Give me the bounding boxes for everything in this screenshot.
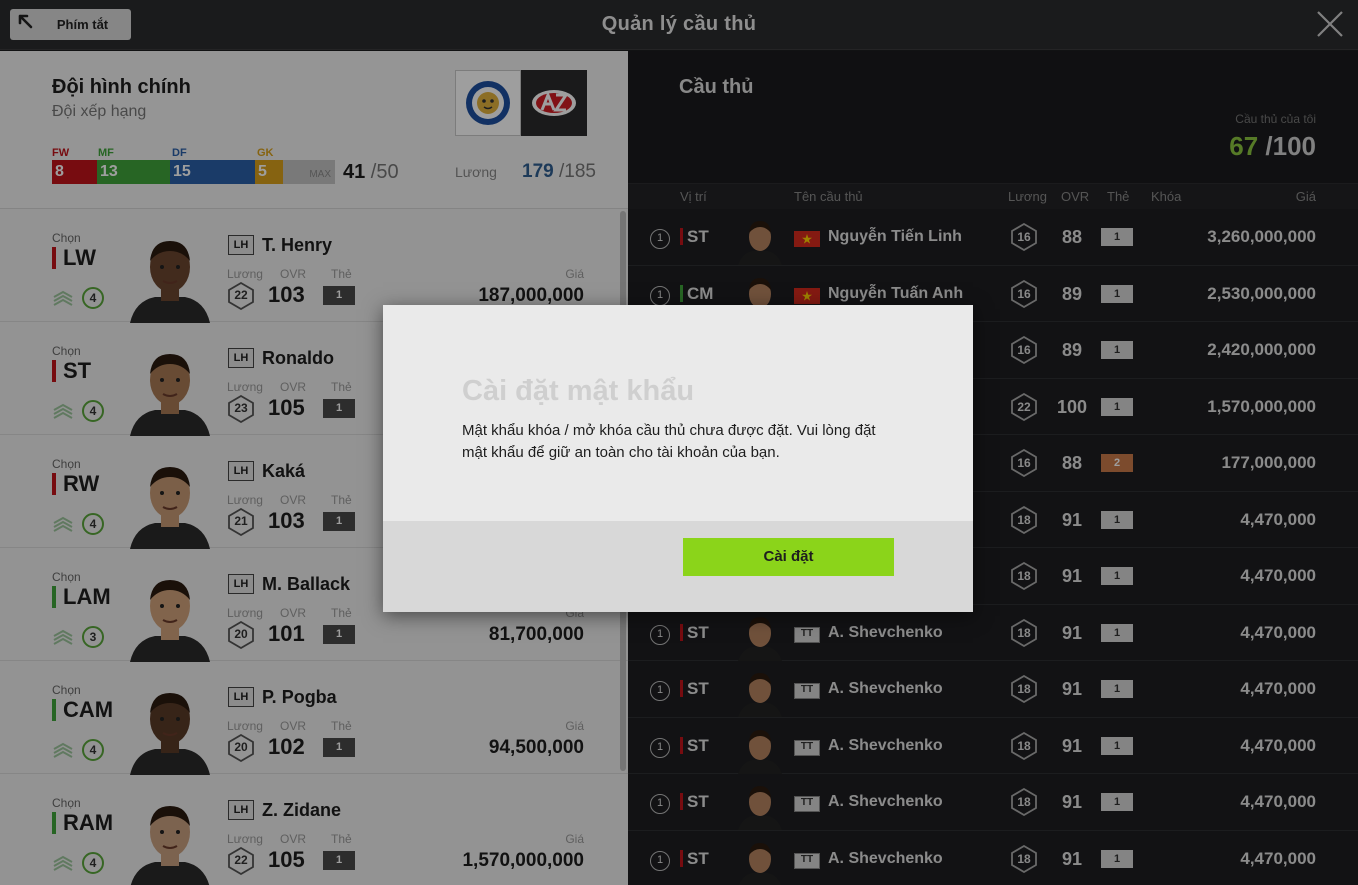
dialog-message: Mật khẩu khóa / mở khóa cầu thủ chưa đượ… (462, 422, 876, 461)
dialog-title: Cài đặt mật khẩu (462, 375, 695, 407)
password-dialog: Cài đặt mật khẩu Mật khẩu khóa / mở khóa… (383, 305, 973, 612)
setup-button[interactable]: Cài đặt (683, 538, 894, 576)
